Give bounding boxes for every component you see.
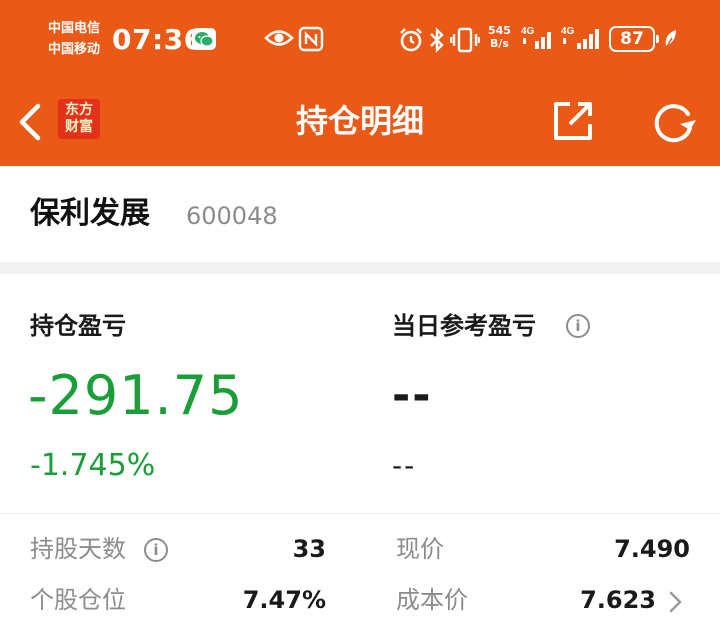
alarm-icon <box>400 28 422 52</box>
bluetooth-icon <box>430 27 444 53</box>
network-type-1: 4G <box>521 26 535 37</box>
status-time: 07:36 <box>112 23 204 56</box>
signal-icon-1: 4G <box>521 26 551 49</box>
holding-days-value: 33 <box>292 535 326 563</box>
position-weight-value: 7.47% <box>242 586 326 614</box>
app-top-area: 中国电信 中国移动 07:36 545 B/s 4G 4G 87 东方 财富 持… <box>0 0 720 166</box>
carrier-2: 中国移动 <box>48 42 101 57</box>
panel-divider <box>0 513 720 514</box>
page-title: 持仓明细 <box>295 102 424 140</box>
battery-indicator: 87 <box>609 26 659 52</box>
network-type-2: 4G <box>561 26 575 37</box>
battery-level: 87 <box>620 29 644 49</box>
share-icon <box>554 102 592 140</box>
nfc-icon <box>298 26 324 52</box>
current-price-label: 现价 <box>396 535 444 563</box>
daily-pnl-percent: -- <box>392 449 417 482</box>
daily-pnl-value: -- <box>392 370 433 421</box>
daily-pnl-label: 当日参考盈亏 <box>392 312 536 340</box>
section-divider <box>0 262 720 274</box>
vibrate-icon <box>450 27 480 53</box>
refresh-button[interactable] <box>650 100 698 146</box>
holding-days-label: 持股天数 <box>30 535 126 563</box>
pnl-value: -291.75 <box>28 364 244 427</box>
chevron-right-icon[interactable] <box>668 590 684 614</box>
share-button[interactable] <box>550 98 596 144</box>
cost-price-value[interactable]: 7.623 <box>520 584 656 616</box>
holding-days-info-icon[interactable]: i <box>144 538 168 562</box>
status-bar: 中国电信 中国移动 07:36 545 B/s 4G 4G 87 <box>0 0 720 80</box>
wechat-icon <box>192 28 216 50</box>
net-speed-unit: B/s <box>490 37 509 50</box>
pnl-percent: -1.745% <box>30 448 156 483</box>
position-weight-label: 个股仓位 <box>30 586 126 614</box>
app-header: 东方 财富 持仓明细 <box>0 80 720 166</box>
power-saving-icon <box>665 30 676 49</box>
signal-icon-2: 4G <box>561 26 599 49</box>
stock-header: 保利发展 600048 <box>0 166 720 262</box>
carrier-labels: 中国电信 中国移动 <box>48 18 100 60</box>
stock-name: 保利发展 <box>30 196 150 231</box>
stock-code: 600048 <box>186 202 278 230</box>
current-price-value: 7.490 <box>614 535 690 563</box>
eye-icon <box>264 30 294 46</box>
carrier-1: 中国电信 <box>48 21 101 36</box>
pnl-label: 持仓盈亏 <box>30 312 126 340</box>
net-speed-value: 545 <box>488 24 511 37</box>
position-panel: 持仓盈亏 -291.75 -1.745% 当日参考盈亏 i -- -- 持股天数… <box>0 274 720 621</box>
cost-price-label: 成本价 <box>396 586 468 614</box>
refresh-icon <box>654 104 696 143</box>
daily-pnl-info-icon[interactable]: i <box>566 314 590 338</box>
net-speed: 545 B/s <box>488 24 511 50</box>
